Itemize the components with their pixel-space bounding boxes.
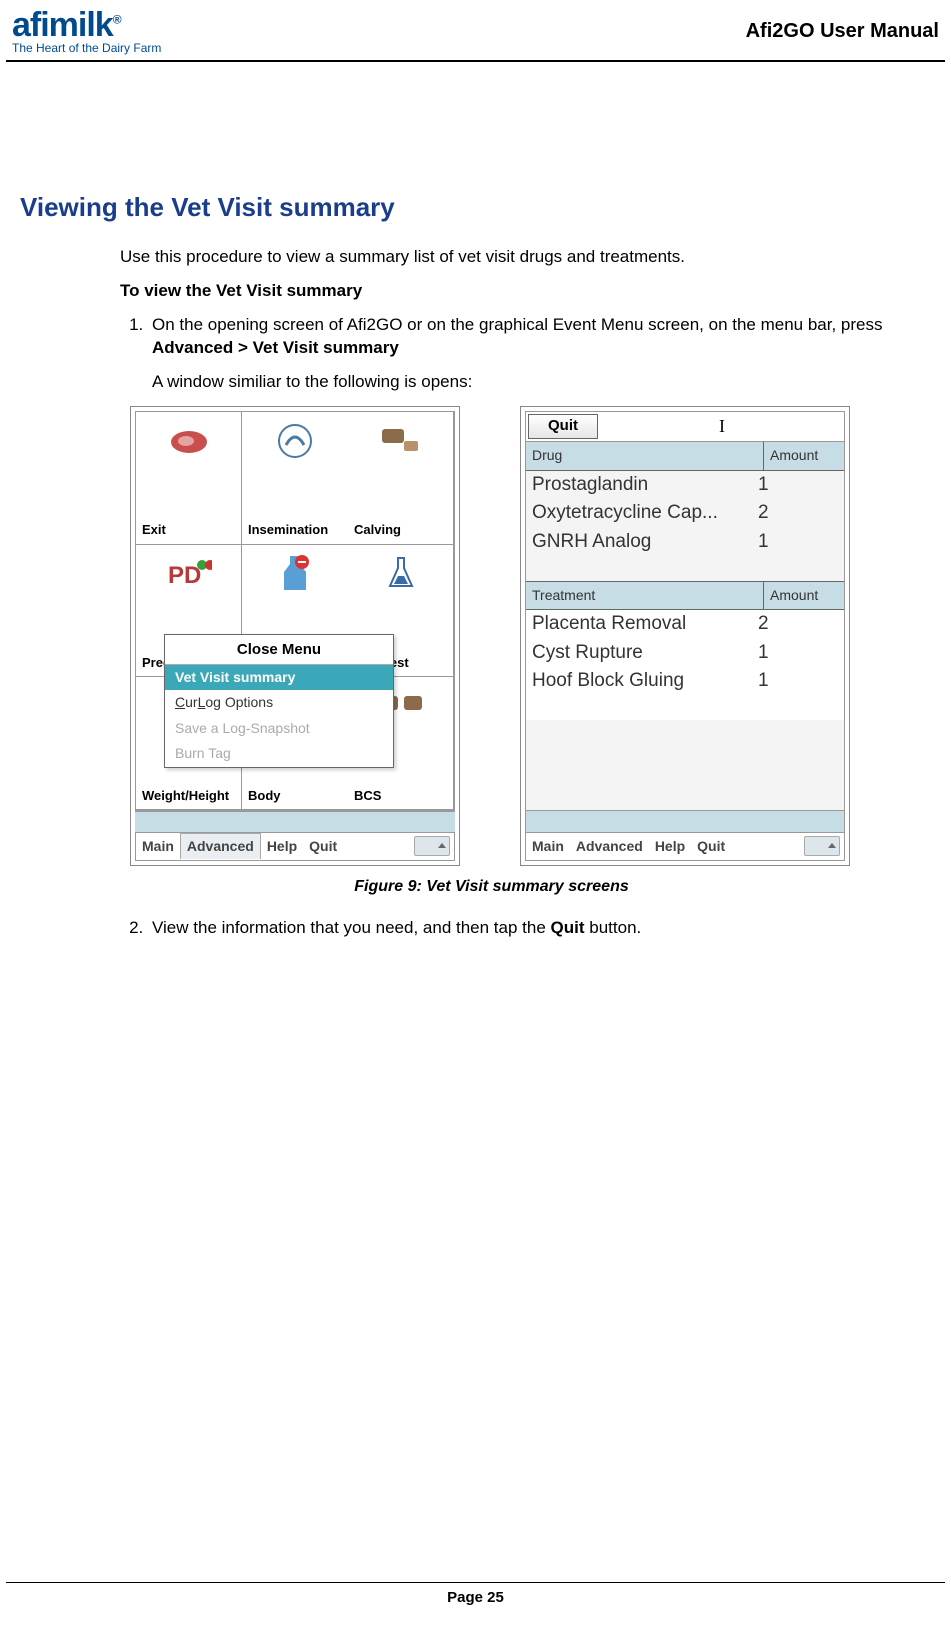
menu-curlog-options[interactable]: CurLog Options bbox=[165, 690, 393, 716]
ribbon-help[interactable]: Help bbox=[261, 837, 303, 857]
col-amount: Amount bbox=[764, 442, 844, 470]
screenshot-vet-summary: Quit I Drug Amount Prostaglandin1 Oxytet… bbox=[520, 406, 850, 866]
col-amount: Amount bbox=[764, 582, 844, 610]
table-row: Oxytetracycline Cap...2 bbox=[526, 499, 844, 528]
ribbon-help[interactable]: Help bbox=[649, 837, 691, 857]
pd-icon: PD bbox=[164, 553, 214, 595]
step-2: View the information that you need, and … bbox=[148, 916, 931, 940]
step-2-tail: button. bbox=[585, 918, 642, 937]
ribbon-advanced[interactable]: Advanced bbox=[570, 837, 649, 857]
flask-icon bbox=[376, 553, 426, 595]
advanced-popup-menu: Close Menu Vet Visit summary CurLog Opti… bbox=[164, 634, 394, 768]
table-row: Hoof Block Gluing1 bbox=[526, 667, 844, 696]
insemination-icon bbox=[270, 420, 320, 462]
col-treatment: Treatment bbox=[526, 582, 764, 610]
quit-button[interactable]: Quit bbox=[528, 414, 598, 439]
popup-title[interactable]: Close Menu bbox=[165, 635, 393, 665]
drug-table-body: Prostaglandin1 Oxytetracycline Cap...2 G… bbox=[526, 471, 844, 581]
keyboard-icon[interactable] bbox=[804, 836, 840, 856]
table-row: Prostaglandin1 bbox=[526, 471, 844, 500]
figure-caption: Figure 9: Vet Visit summary screens bbox=[52, 876, 931, 898]
menu-ribbon: Main Advanced Help Quit bbox=[525, 833, 845, 861]
step-1-text: On the opening screen of Afi2GO or on th… bbox=[152, 315, 883, 334]
page-number: Page 25 bbox=[447, 1589, 504, 1606]
svg-text:PD: PD bbox=[168, 562, 201, 589]
cell-label: BCS bbox=[348, 787, 381, 805]
body-text: Use this procedure to view a summary lis… bbox=[120, 245, 931, 940]
menu-save-snapshot: Save a Log-Snapshot bbox=[165, 716, 393, 742]
step-1-followup: A window similiar to the following is op… bbox=[152, 370, 931, 394]
section-heading: Viewing the Vet Visit summary bbox=[20, 192, 931, 223]
logo-tagline: The Heart of the Dairy Farm bbox=[12, 42, 161, 54]
logo-wordmark: afimilk® bbox=[12, 8, 161, 42]
table-row: Cyst Rupture1 bbox=[526, 639, 844, 668]
quit-row: Quit I bbox=[526, 412, 844, 442]
dry-bottle-icon bbox=[270, 553, 320, 595]
cell-label: Exit bbox=[136, 521, 166, 539]
intro-paragraph: Use this procedure to view a summary lis… bbox=[120, 245, 931, 269]
page: afimilk® The Heart of the Dairy Farm Afi… bbox=[0, 0, 951, 1626]
step-2-bold: Quit bbox=[551, 918, 585, 937]
registered-icon: ® bbox=[113, 13, 121, 27]
table-row: GNRH Analog1 bbox=[526, 528, 844, 557]
logo-text: afimilk bbox=[12, 6, 113, 44]
logo: afimilk® The Heart of the Dairy Farm bbox=[12, 8, 161, 54]
keyboard-icon[interactable] bbox=[414, 836, 450, 856]
cell-calving[interactable]: Calving bbox=[348, 412, 454, 545]
ribbon-advanced[interactable]: Advanced bbox=[180, 833, 261, 860]
ribbon-main[interactable]: Main bbox=[136, 837, 180, 857]
page-footer: Page 25 bbox=[6, 1582, 945, 1606]
blank-band bbox=[135, 811, 455, 833]
procedure-heading: To view the Vet Visit summary bbox=[120, 279, 931, 303]
summary-body: Quit I Drug Amount Prostaglandin1 Oxytet… bbox=[525, 411, 845, 833]
content-area: Viewing the Vet Visit summary Use this p… bbox=[0, 62, 951, 940]
step-1: On the opening screen of Afi2GO or on th… bbox=[148, 313, 931, 899]
gap bbox=[526, 720, 844, 810]
step-list: On the opening screen of Afi2GO or on th… bbox=[120, 313, 931, 941]
step-1-bold: Advanced > Vet Visit summary bbox=[152, 338, 399, 357]
col-drug: Drug bbox=[526, 442, 764, 470]
menu-burn-tag: Burn Tag bbox=[165, 741, 393, 767]
treatment-table-body: Placenta Removal2 Cyst Rupture1 Hoof Blo… bbox=[526, 610, 844, 720]
screenshot-event-menu: ✥ Exit bbox=[130, 406, 460, 866]
treatment-table-header: Treatment Amount bbox=[526, 581, 844, 611]
cell-label: Weight/Height bbox=[136, 787, 229, 805]
document-title: Afi2GO User Manual bbox=[746, 20, 939, 43]
ribbon-main[interactable]: Main bbox=[526, 837, 570, 857]
event-grid: ✥ Exit bbox=[135, 411, 455, 811]
text-cursor-icon: I bbox=[600, 412, 844, 441]
drug-table-header: Drug Amount bbox=[526, 442, 844, 471]
meat-icon bbox=[164, 420, 214, 462]
cell-label: Calving bbox=[348, 521, 401, 539]
ribbon-quit[interactable]: Quit bbox=[691, 837, 731, 857]
cow-calf-icon bbox=[376, 420, 426, 462]
table-row: Placenta Removal2 bbox=[526, 610, 844, 639]
ribbon-quit[interactable]: Quit bbox=[303, 837, 343, 857]
cell-label: Insemination bbox=[242, 521, 328, 539]
cell-label: Body bbox=[242, 787, 281, 805]
step-2-text: View the information that you need, and … bbox=[152, 918, 551, 937]
menu-ribbon: Main Advanced Help Quit bbox=[135, 833, 455, 861]
menu-vet-visit-summary[interactable]: Vet Visit summary bbox=[165, 665, 393, 691]
figure-row: ✥ Exit bbox=[130, 406, 931, 866]
cell-insemination[interactable]: Insemination bbox=[242, 412, 348, 545]
page-header: afimilk® The Heart of the Dairy Farm Afi… bbox=[6, 0, 945, 62]
bottom-band bbox=[526, 810, 844, 832]
cell-exit[interactable]: Exit bbox=[136, 412, 242, 545]
